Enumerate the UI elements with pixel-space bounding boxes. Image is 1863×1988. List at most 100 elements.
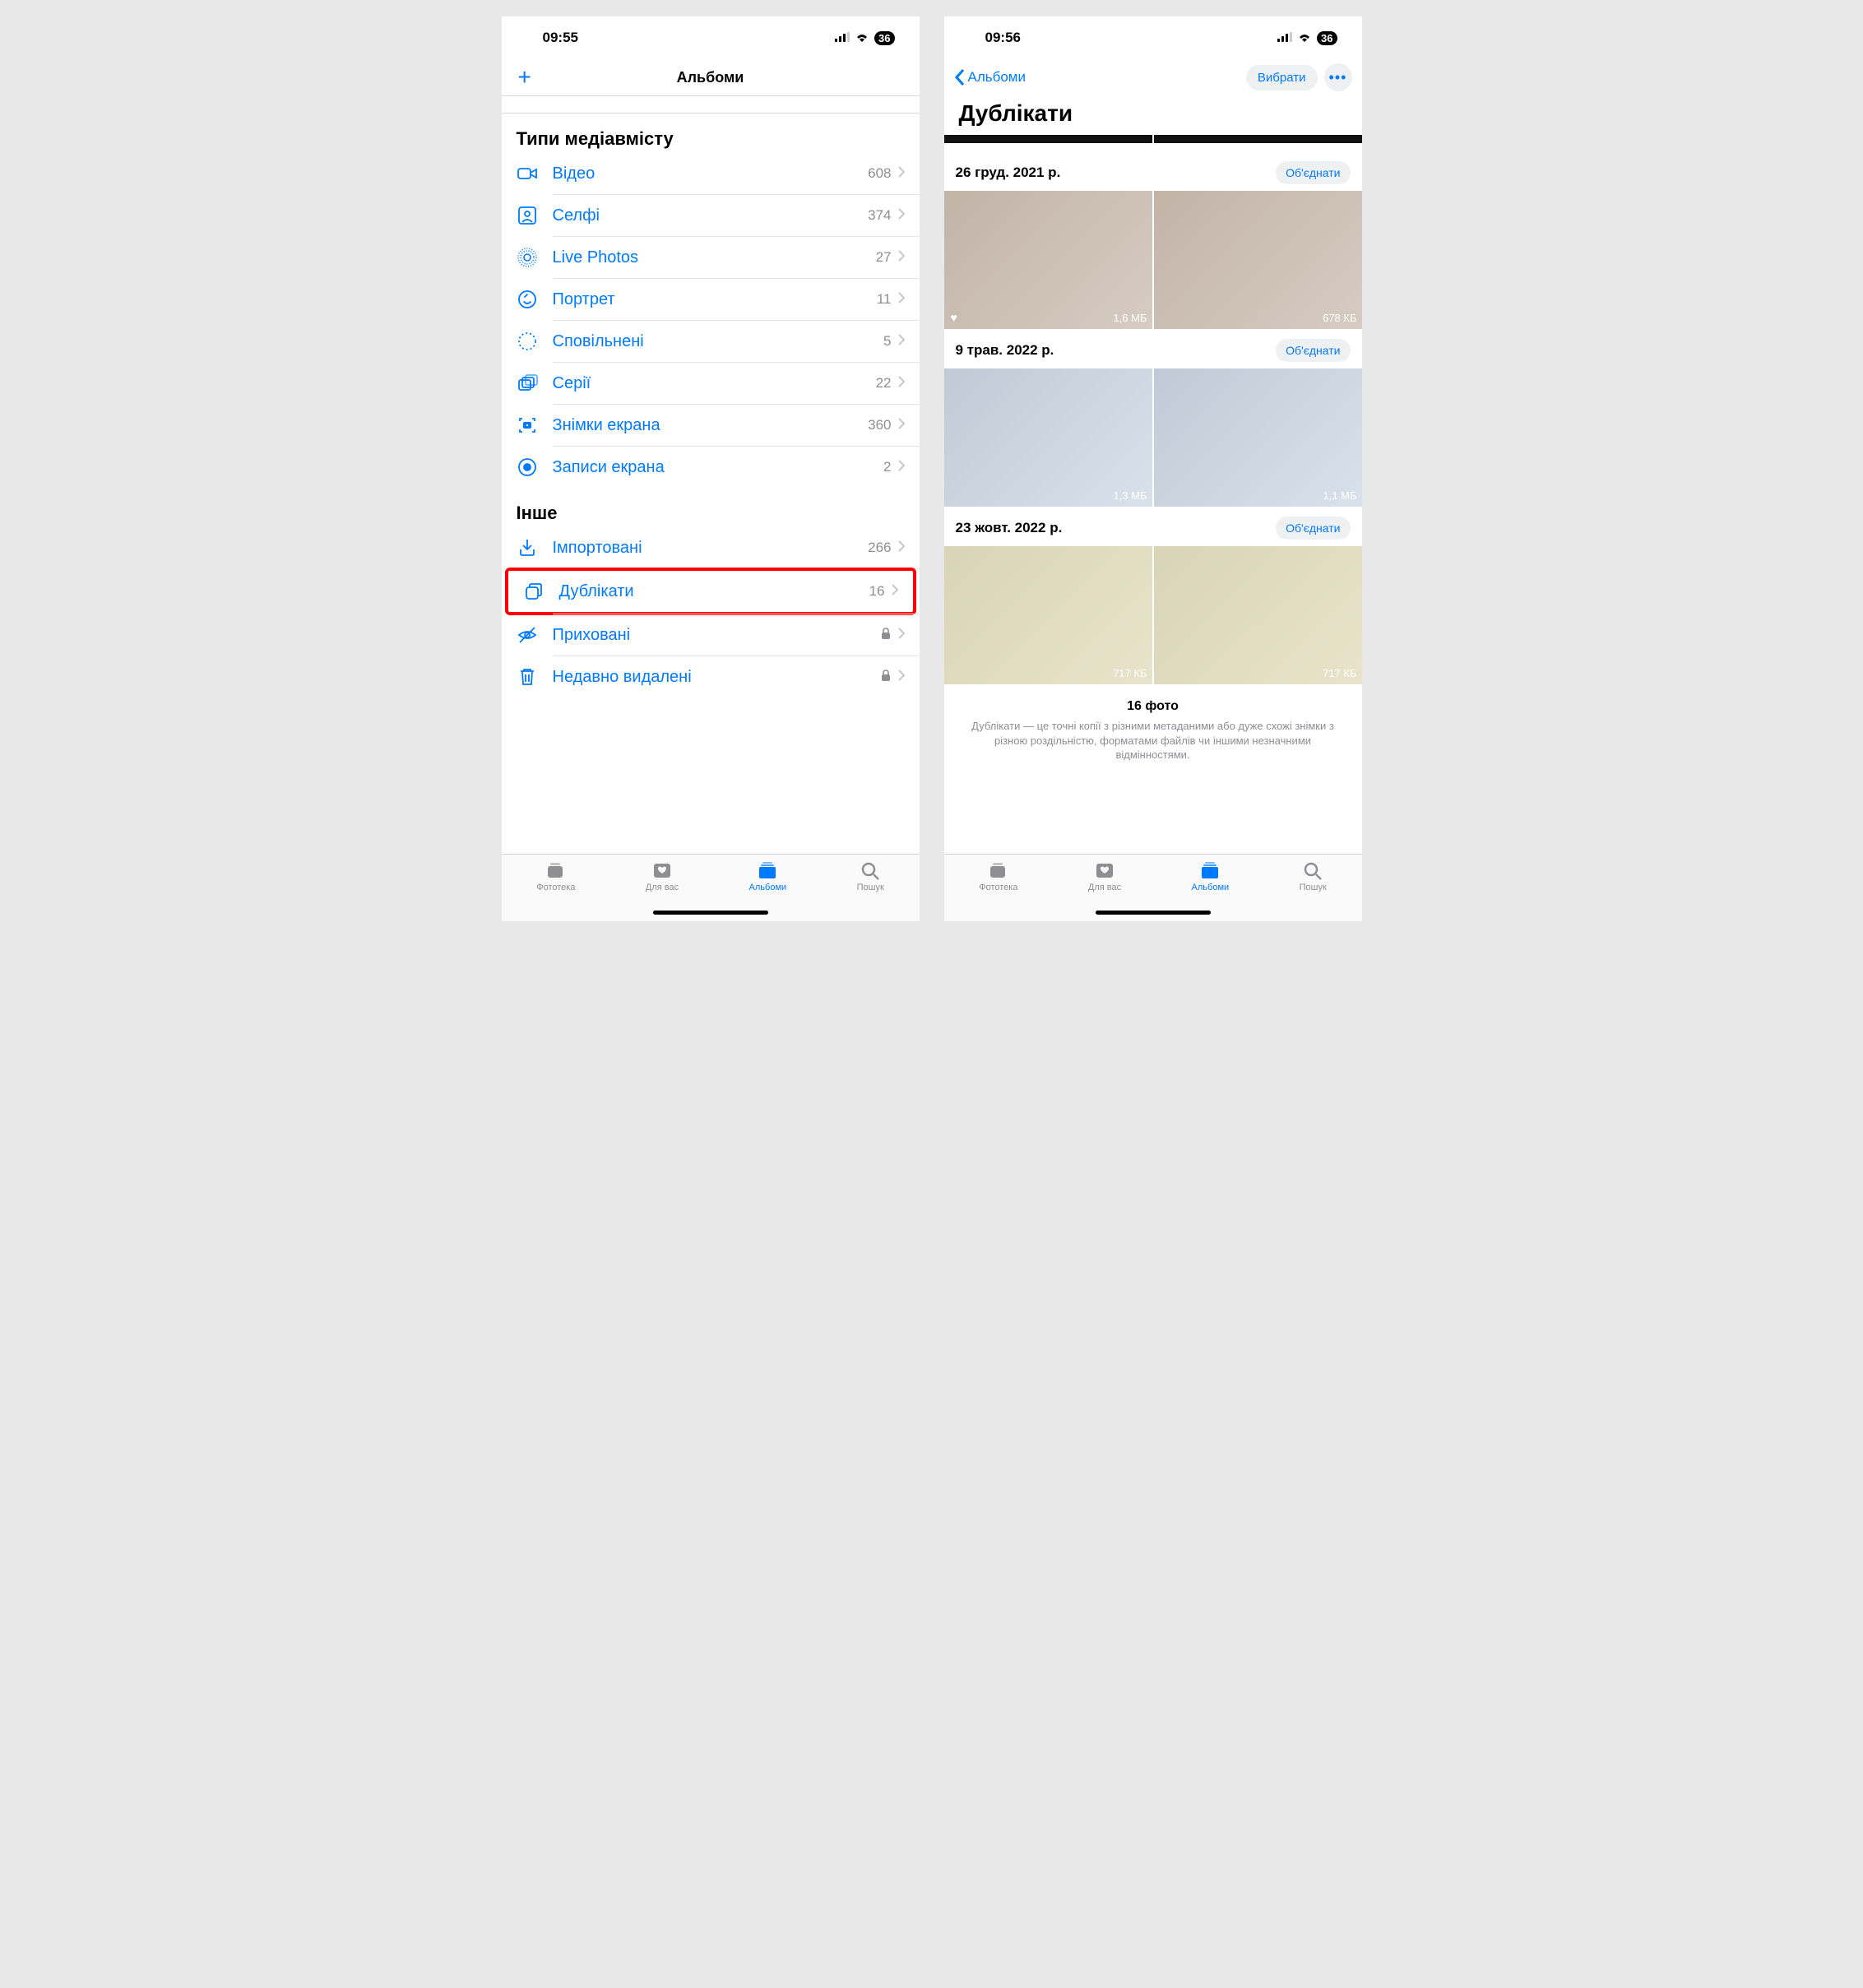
highlight-annotation: Дублікати 16 [505, 568, 916, 615]
back-button[interactable]: Альбоми [954, 68, 1027, 86]
row-count: 22 [876, 375, 892, 392]
chevron-right-icon [898, 334, 905, 350]
merge-button[interactable]: Об'єднати [1276, 339, 1350, 362]
slomo-icon [517, 331, 543, 352]
row-label: Приховані [543, 626, 880, 645]
row-label: Відео [543, 165, 869, 183]
chevron-right-icon [898, 208, 905, 224]
photo-thumbnail[interactable]: 1,1 МБ [1154, 368, 1362, 507]
group-date: 26 груд. 2021 р. [956, 165, 1061, 181]
row-livephotos[interactable]: Live Photos 27 [502, 237, 920, 278]
tab-library[interactable]: Фототека [536, 860, 575, 892]
lock-icon [880, 627, 892, 644]
duplicate-thumbs: ♥ 1,6 МБ 678 КБ [944, 191, 1362, 329]
row-hidden[interactable]: Приховані [502, 614, 920, 656]
duplicates-screen: 09:56 36 Альбоми Вибрати ••• Дублікати 2… [944, 16, 1362, 921]
row-count: 266 [868, 540, 891, 556]
thumbnail-strip [944, 135, 1362, 143]
tab-search[interactable]: Пошук [857, 860, 884, 892]
duplicate-group-header: 26 груд. 2021 р. Об'єднати [944, 151, 1362, 191]
screenshots-icon [517, 415, 543, 436]
duplicate-thumbs: 1,3 МБ 1,1 МБ [944, 368, 1362, 507]
row-count: 374 [868, 207, 891, 224]
section-title-other: Інше [502, 488, 920, 527]
duplicate-group-header: 23 жовт. 2022 р. Об'єднати [944, 507, 1362, 546]
nav-bar: Альбоми Вибрати ••• [944, 59, 1362, 95]
row-screenrecordings[interactable]: Записи екрана 2 [502, 447, 920, 488]
status-time: 09:56 [985, 30, 1021, 46]
photo-thumbnail[interactable]: 1,3 МБ [944, 368, 1152, 507]
row-label: Імпортовані [543, 539, 869, 558]
file-size: 1,3 МБ [1113, 489, 1147, 502]
duplicate-thumbs: 717 КБ 717 КБ [944, 546, 1362, 684]
tab-foryou[interactable]: Для вас [646, 860, 679, 892]
row-label: Live Photos [543, 248, 876, 267]
nav-title: Альбоми [677, 69, 744, 86]
photo-thumbnail[interactable]: ♥ 1,6 МБ [944, 191, 1152, 329]
livephotos-icon [517, 247, 543, 268]
row-bursts[interactable]: Серії 22 [502, 363, 920, 404]
favorite-icon: ♥ [951, 311, 957, 324]
chevron-right-icon [898, 670, 905, 685]
chevron-right-icon [898, 376, 905, 392]
cellular-signal-icon [1277, 30, 1292, 46]
section-title-media: Типи медіавмісту [502, 114, 920, 153]
chevron-right-icon [898, 166, 905, 182]
row-recently-deleted[interactable]: Недавно видалені [502, 656, 920, 697]
row-duplicates[interactable]: Дублікати 16 [508, 571, 913, 612]
photo-thumbnail[interactable]: 678 КБ [1154, 191, 1362, 329]
video-icon [517, 163, 543, 184]
home-indicator[interactable] [653, 911, 768, 915]
row-count: 5 [883, 333, 891, 350]
file-size: 1,6 МБ [1113, 312, 1147, 324]
tab-library[interactable]: Фототека [979, 860, 1017, 892]
screenrecord-icon [517, 456, 543, 478]
row-portrait[interactable]: Портрет 11 [502, 279, 920, 320]
duplicate-group-header: 9 трав. 2022 р. Об'єднати [944, 329, 1362, 368]
home-indicator[interactable] [1096, 911, 1211, 915]
merge-button[interactable]: Об'єднати [1276, 517, 1350, 540]
photo-thumbnail[interactable]: 717 КБ [1154, 546, 1362, 684]
row-label: Селфі [543, 206, 869, 225]
merge-button[interactable]: Об'єднати [1276, 161, 1350, 184]
row-video[interactable]: Відео 608 [502, 153, 920, 194]
battery-icon: 36 [1317, 31, 1337, 45]
more-button[interactable]: ••• [1324, 63, 1352, 91]
battery-icon: 36 [874, 31, 894, 45]
row-imported[interactable]: Імпортовані 266 [502, 527, 920, 568]
row-count: 16 [869, 583, 885, 600]
tab-foryou[interactable]: Для вас [1088, 860, 1121, 892]
status-bar: 09:55 36 [502, 16, 920, 59]
page-title: Дублікати [944, 95, 1362, 135]
footer-info: 16 фото Дублікати — це точні копії з різ… [944, 684, 1362, 771]
wifi-icon [855, 30, 869, 46]
row-label: Знімки екрана [543, 416, 869, 435]
row-label: Недавно видалені [543, 668, 880, 687]
photo-count: 16 фото [961, 699, 1346, 714]
portrait-icon [517, 289, 543, 310]
import-icon [517, 537, 543, 558]
photo-thumbnail[interactable]: 717 КБ [944, 546, 1152, 684]
status-time: 09:55 [543, 30, 578, 46]
chevron-right-icon [898, 418, 905, 433]
row-count: 608 [868, 165, 891, 182]
tab-albums[interactable]: Альбоми [1192, 860, 1230, 892]
row-screenshots[interactable]: Знімки екрана 360 [502, 405, 920, 446]
lock-icon [880, 669, 892, 686]
file-size: 678 КБ [1323, 312, 1356, 324]
row-label: Серії [543, 374, 876, 393]
row-label: Сповільнені [543, 332, 884, 351]
back-label: Альбоми [968, 69, 1027, 86]
row-count: 2 [883, 459, 891, 475]
row-slomo[interactable]: Сповільнені 5 [502, 321, 920, 362]
file-size: 1,1 МБ [1323, 489, 1356, 502]
row-label: Портрет [543, 290, 877, 309]
tab-search[interactable]: Пошук [1300, 860, 1327, 892]
trash-icon [517, 666, 543, 688]
chevron-right-icon [898, 250, 905, 266]
tab-albums[interactable]: Альбоми [749, 860, 787, 892]
add-button[interactable]: + [512, 64, 531, 90]
group-date: 23 жовт. 2022 р. [956, 520, 1063, 536]
row-selfie[interactable]: Селфі 374 [502, 195, 920, 236]
select-button[interactable]: Вибрати [1246, 65, 1318, 90]
